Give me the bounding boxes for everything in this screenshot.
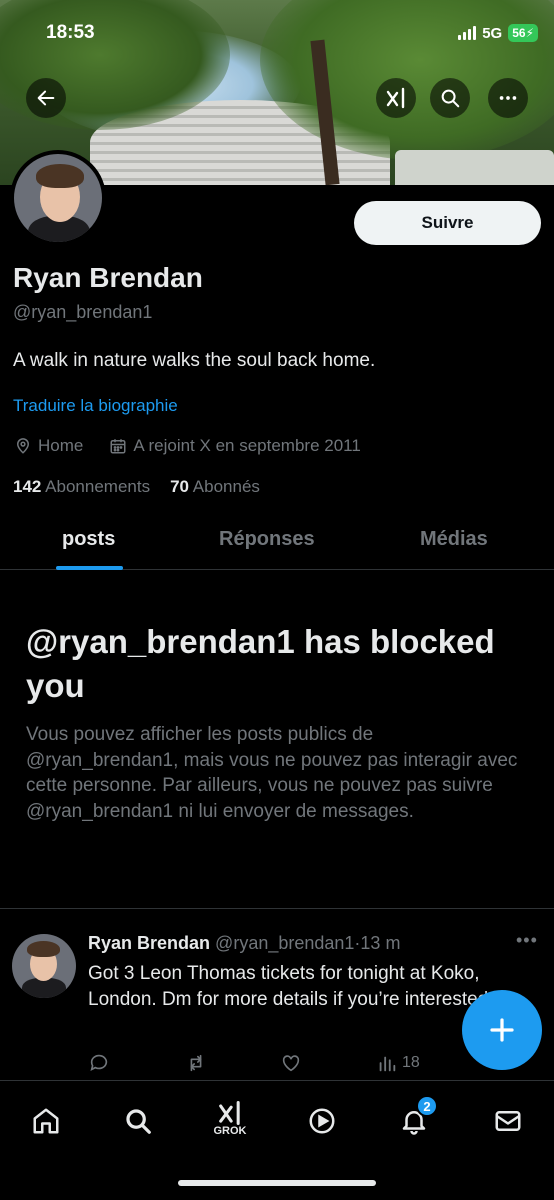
nav-grok-label: GROK bbox=[213, 1125, 247, 1137]
tweet-more-icon[interactable]: ••• bbox=[516, 930, 538, 951]
battery-level: 56 bbox=[512, 26, 526, 40]
play-circle-icon bbox=[309, 1108, 335, 1134]
arrow-left-icon bbox=[37, 90, 55, 106]
views-icon bbox=[379, 1056, 396, 1072]
search-button[interactable] bbox=[430, 78, 470, 118]
reply-button[interactable] bbox=[88, 1052, 110, 1074]
avatar-hair bbox=[27, 941, 60, 957]
signal-icon bbox=[458, 26, 477, 40]
tab-media[interactable]: Médias bbox=[420, 528, 488, 551]
calendar-icon bbox=[110, 439, 126, 454]
section-divider bbox=[0, 908, 554, 909]
views-count: 18 bbox=[402, 1054, 420, 1071]
tab-posts[interactable]: posts bbox=[62, 528, 115, 551]
notifications-badge: 2 bbox=[416, 1095, 438, 1117]
profile-avatar[interactable] bbox=[10, 150, 106, 246]
nav-grok[interactable]: GROK bbox=[210, 1093, 250, 1137]
battery-indicator: 56⚡ bbox=[508, 24, 538, 42]
active-tab-indicator bbox=[56, 566, 123, 570]
followers-count: 70 bbox=[170, 477, 189, 496]
follow-counts: 142 Abonnements 70 Abonnés bbox=[13, 477, 260, 497]
back-button[interactable] bbox=[26, 78, 66, 118]
search-icon bbox=[441, 89, 460, 108]
status-time: 18:53 bbox=[46, 22, 95, 43]
more-horizontal-icon bbox=[499, 96, 517, 100]
profile-handle: @ryan_brendan1 bbox=[13, 302, 153, 322]
charging-icon: ⚡ bbox=[525, 26, 534, 40]
tweet-author-avatar[interactable] bbox=[12, 934, 76, 998]
follow-button[interactable]: Suivre bbox=[354, 201, 541, 245]
heart-icon bbox=[282, 1055, 300, 1072]
translate-bio-link[interactable]: Traduire la biographie bbox=[13, 396, 178, 416]
nav-home[interactable] bbox=[26, 1101, 66, 1141]
avatar-hair bbox=[36, 164, 84, 188]
compose-button[interactable] bbox=[462, 990, 542, 1070]
followers-link[interactable]: 70 Abonnés bbox=[170, 477, 260, 497]
mail-icon bbox=[495, 1111, 521, 1131]
profile-tabs: posts Réponses Médias bbox=[0, 512, 554, 570]
like-button[interactable] bbox=[280, 1052, 302, 1074]
repost-icon bbox=[190, 1054, 202, 1072]
following-label: Abonnements bbox=[45, 477, 151, 496]
profile-joined-date: A rejoint X en septembre 2011 bbox=[133, 436, 361, 455]
nav-video[interactable] bbox=[302, 1101, 342, 1141]
banner-pavilion bbox=[395, 150, 554, 185]
following-link[interactable]: 142 Abonnements bbox=[13, 477, 150, 497]
network-type: 5G bbox=[482, 24, 503, 42]
grok-icon bbox=[386, 87, 405, 109]
tweet-time: 13 m bbox=[360, 933, 401, 953]
location-icon bbox=[16, 438, 30, 454]
nav-search[interactable] bbox=[118, 1101, 158, 1141]
tweet-author-handle: @ryan_brendan1 bbox=[215, 933, 355, 953]
grok-icon bbox=[219, 1100, 240, 1126]
tweet-header: Ryan Brendan @ryan_brendan1·13 m bbox=[88, 933, 400, 954]
tweet-author-name[interactable]: Ryan Brendan bbox=[88, 933, 210, 953]
repost-button[interactable] bbox=[184, 1052, 208, 1074]
home-icon bbox=[33, 1108, 59, 1134]
blocked-title: @ryan_brendan1 has blocked you bbox=[26, 623, 495, 704]
grok-button[interactable] bbox=[376, 78, 416, 118]
following-count: 142 bbox=[13, 477, 42, 496]
blocked-description: Vous pouvez afficher les posts publics d… bbox=[26, 724, 518, 822]
reply-icon bbox=[90, 1054, 108, 1071]
search-icon bbox=[126, 1109, 151, 1134]
profile-bio: A walk in nature walks the soul back hom… bbox=[13, 350, 376, 371]
status-indicators: 5G 56⚡ bbox=[458, 24, 538, 42]
nav-notifications[interactable]: 2 bbox=[394, 1095, 438, 1141]
more-button[interactable] bbox=[488, 78, 528, 118]
avatar-shirt bbox=[22, 978, 66, 998]
plus-icon bbox=[490, 1018, 514, 1042]
profile-name: Ryan Brendan bbox=[13, 262, 203, 293]
profile-meta: Home A rejoint X en septembre 2011 bbox=[14, 436, 361, 456]
profile-location: Home bbox=[38, 436, 84, 455]
home-indicator[interactable] bbox=[178, 1180, 376, 1186]
views-button[interactable]: 18 bbox=[376, 1052, 420, 1074]
followers-label: Abonnés bbox=[192, 477, 260, 496]
tab-replies[interactable]: Réponses bbox=[219, 528, 315, 551]
status-bar: 18:53 5G 56⚡ bbox=[0, 22, 554, 48]
nav-messages[interactable] bbox=[488, 1101, 528, 1141]
